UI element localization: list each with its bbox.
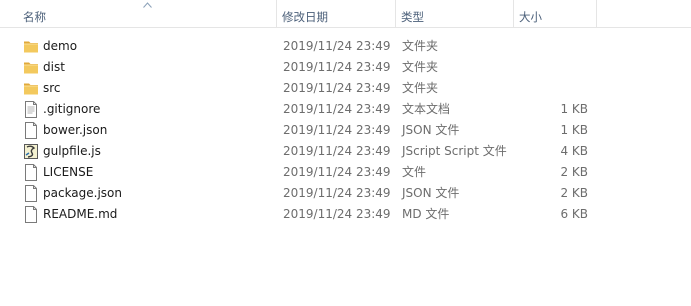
file-type: 文件夹 — [402, 39, 439, 53]
file-date: 2019/11/24 23:49 — [283, 81, 391, 95]
file-row[interactable]: demo 2019/11/24 23:49 文件夹 — [0, 36, 691, 57]
file-size — [520, 78, 588, 99]
column-header-size[interactable]: 大小 — [514, 0, 597, 28]
file-row[interactable]: src 2019/11/24 23:49 文件夹 — [0, 78, 691, 99]
column-header-date[interactable]: 修改日期 — [277, 0, 396, 28]
folder-icon — [23, 80, 39, 97]
column-header-spacer — [597, 0, 691, 28]
file-date: 2019/11/24 23:49 — [283, 165, 391, 179]
file-name: bower.json — [43, 123, 108, 137]
file-type: MD 文件 — [402, 207, 450, 221]
file-date: 2019/11/24 23:49 — [283, 102, 391, 116]
file-size: 1 KB — [560, 102, 588, 116]
file-name: dist — [43, 60, 65, 74]
file-size — [520, 36, 588, 57]
file-type: 文本文档 — [402, 102, 451, 116]
file-size — [520, 57, 588, 78]
file-name: src — [43, 81, 61, 95]
file-type: 文件夹 — [402, 81, 439, 95]
file-row[interactable]: package.json 2019/11/24 23:49 JSON 文件 2 KB — [0, 183, 691, 204]
file-row[interactable]: dist 2019/11/24 23:49 文件夹 — [0, 57, 691, 78]
file-name: demo — [43, 39, 78, 53]
file-date: 2019/11/24 23:49 — [283, 39, 391, 53]
file-name: package.json — [43, 186, 123, 200]
file-type: JScript Script 文件 — [402, 144, 507, 158]
script-file-icon — [23, 143, 39, 160]
file-size: 2 KB — [560, 165, 588, 179]
file-date: 2019/11/24 23:49 — [283, 207, 391, 221]
file-name: gulpfile.js — [43, 144, 101, 158]
file-name: README.md — [43, 207, 118, 221]
file-icon — [23, 164, 39, 181]
folder-icon — [23, 59, 39, 76]
file-date: 2019/11/24 23:49 — [283, 144, 391, 158]
file-row[interactable]: README.md 2019/11/24 23:49 MD 文件 6 KB — [0, 204, 691, 225]
file-date: 2019/11/24 23:49 — [283, 123, 391, 137]
column-header-bar: 名称 修改日期 类型 大小 — [0, 0, 691, 28]
file-icon — [23, 185, 39, 202]
file-row[interactable]: .gitignore 2019/11/24 23:49 文本文档 1 KB — [0, 99, 691, 120]
file-type: JSON 文件 — [402, 186, 460, 200]
file-date: 2019/11/24 23:49 — [283, 60, 391, 74]
file-row[interactable]: LICENSE 2019/11/24 23:49 文件 2 KB — [0, 162, 691, 183]
file-name: .gitignore — [43, 102, 101, 116]
file-name: LICENSE — [43, 165, 94, 179]
file-size: 4 KB — [560, 144, 588, 158]
file-size: 2 KB — [560, 186, 588, 200]
file-size: 6 KB — [560, 207, 588, 221]
file-type: JSON 文件 — [402, 123, 460, 137]
file-row[interactable]: bower.json 2019/11/24 23:49 JSON 文件 1 KB — [0, 120, 691, 141]
file-list: demo 2019/11/24 23:49 文件夹 dist 2019/11/24 23… — [0, 36, 691, 225]
file-icon — [23, 122, 39, 139]
file-size: 1 KB — [560, 123, 588, 137]
column-header-type[interactable]: 类型 — [396, 0, 514, 28]
text-file-icon — [23, 101, 39, 118]
column-header-name[interactable]: 名称 — [18, 0, 277, 28]
file-date: 2019/11/24 23:49 — [283, 186, 391, 200]
file-type: 文件 — [402, 165, 427, 179]
file-icon — [23, 206, 39, 223]
file-type: 文件夹 — [402, 60, 439, 74]
file-row[interactable]: gulpfile.js 2019/11/24 23:49 JScript Scrip… — [0, 141, 691, 162]
folder-icon — [23, 38, 39, 55]
